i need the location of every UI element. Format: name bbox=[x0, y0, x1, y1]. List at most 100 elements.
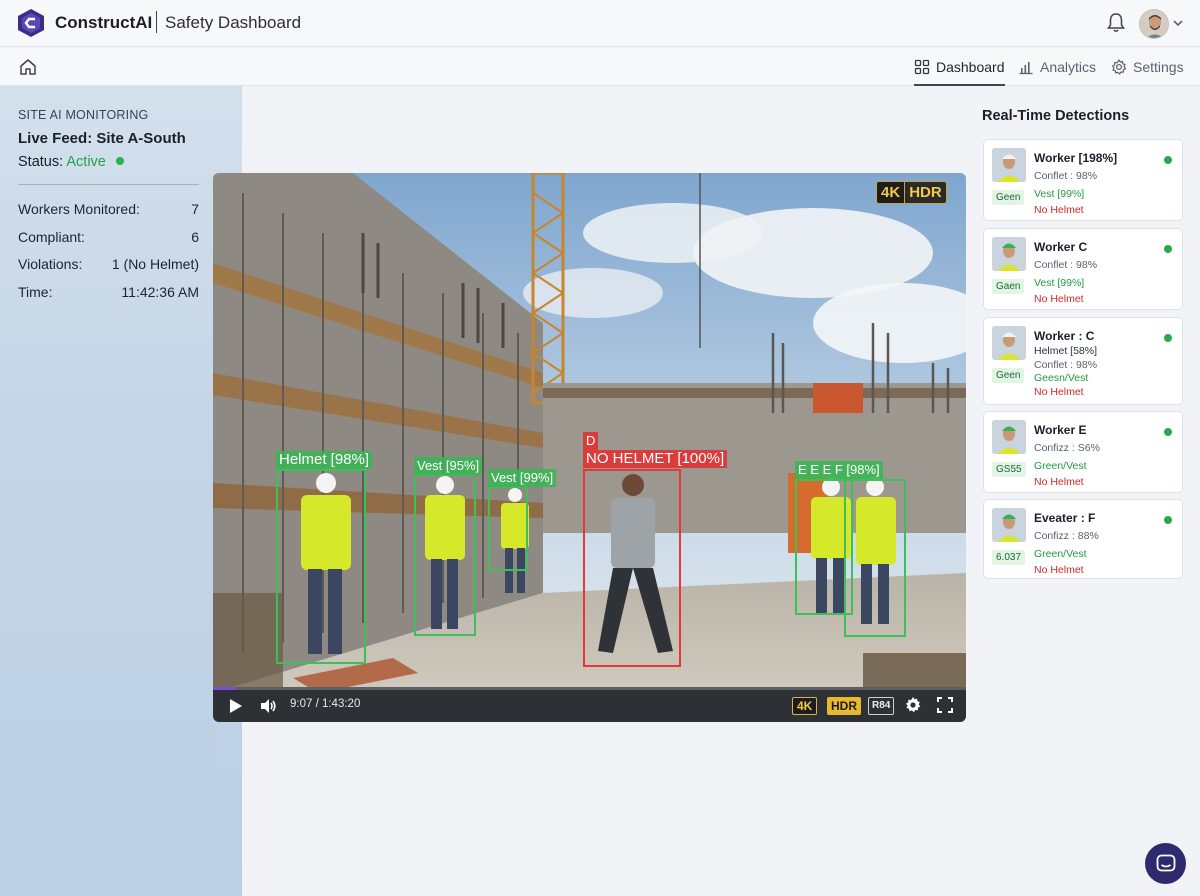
detection-label: Vest [99%] bbox=[488, 469, 557, 487]
left-panel-extension bbox=[0, 722, 213, 896]
detection-box bbox=[414, 474, 476, 636]
detection-detail: No Helmet bbox=[1034, 293, 1084, 305]
worker-thumbnail bbox=[992, 326, 1026, 360]
worker-tag: GS55 bbox=[992, 462, 1026, 477]
status-dot bbox=[1164, 245, 1172, 253]
violation-detection-box bbox=[583, 469, 681, 667]
worker-name: Worker E bbox=[1034, 423, 1087, 437]
detection-detail: No Helmet bbox=[1034, 385, 1084, 398]
stat-value: 6 bbox=[191, 229, 199, 245]
stat-value: 7 bbox=[191, 201, 199, 217]
worker-name: Eveater : F bbox=[1034, 511, 1096, 525]
detection-detail: No Helmet bbox=[1034, 564, 1084, 576]
worker-tag: Gaen bbox=[992, 279, 1025, 294]
tab-dashboard-label: Dashboard bbox=[936, 59, 1005, 75]
hdr-button[interactable]: HDR bbox=[827, 697, 861, 715]
detection-detail: Confizz : S6% bbox=[1034, 442, 1100, 454]
detection-box bbox=[276, 469, 366, 664]
chat-icon bbox=[1156, 854, 1176, 872]
stat-row-compliant: Compliant: 6 bbox=[18, 229, 199, 245]
live-feed-status: Status: Active bbox=[18, 154, 124, 170]
gear-icon bbox=[1112, 59, 1127, 75]
brand-divider bbox=[156, 11, 157, 33]
tab-dashboard[interactable]: Dashboard bbox=[914, 48, 1005, 86]
worker-portrait-icon bbox=[992, 326, 1026, 360]
video-controls: 9:07 / 1:43:20 4K HDR R84 bbox=[213, 687, 966, 722]
fullscreen-icon[interactable] bbox=[936, 696, 954, 714]
stat-row-violations: Violations: 1 (No Helmet) bbox=[18, 256, 199, 272]
detection-detail: Conflet : 98% bbox=[1034, 170, 1098, 182]
detection-card[interactable]: Geen Worker [198%] Conflet : 98% Vest [99%]… bbox=[983, 139, 1183, 221]
live-feed-title: Live Feed: Site A-South bbox=[18, 130, 186, 147]
chevron-down-icon[interactable] bbox=[1173, 19, 1183, 27]
grid-icon bbox=[914, 59, 930, 75]
detection-box bbox=[844, 479, 906, 637]
detection-detail: Green/Vest bbox=[1034, 460, 1087, 472]
worker-name: Worker [198%] bbox=[1034, 151, 1118, 165]
detection-detail: Confizz : 88% bbox=[1034, 530, 1099, 542]
chat-launcher-button[interactable] bbox=[1145, 843, 1186, 884]
quality-button[interactable]: 4K bbox=[792, 697, 818, 715]
worker-name: Worker C bbox=[1034, 240, 1088, 254]
settings-gear-icon[interactable] bbox=[904, 696, 922, 714]
page-subtitle: Safety Dashboard bbox=[165, 13, 302, 32]
avatar-portrait-icon bbox=[1140, 10, 1168, 38]
status-dot bbox=[1164, 334, 1172, 342]
status-dot bbox=[115, 157, 124, 165]
worker-tag: Geen bbox=[992, 190, 1025, 205]
detection-detail: Vest [99%] bbox=[1034, 188, 1085, 200]
home-icon[interactable] bbox=[18, 57, 38, 77]
captions-button[interactable]: R84 bbox=[868, 697, 895, 715]
status-dot bbox=[1164, 428, 1172, 436]
detection-detail: Conflet : 98% bbox=[1034, 259, 1098, 271]
resolution-badge: 4K HDR bbox=[876, 181, 947, 204]
notification-bell-icon[interactable] bbox=[1106, 12, 1126, 34]
worker-name: Worker : C bbox=[1034, 329, 1095, 343]
badge-hdr: HDR bbox=[904, 182, 946, 203]
video-player[interactable]: 4K HDR Helmet [98%] Vest [95%] Vest [99%… bbox=[213, 173, 966, 722]
detection-card[interactable]: 6.037 Eveater : F Confizz : 88% Green/Vest N… bbox=[983, 499, 1183, 579]
stat-value: 11:42:36 AM bbox=[121, 284, 199, 300]
stat-label: Workers Monitored: bbox=[18, 201, 140, 217]
detection-detail: No Helmet bbox=[1034, 204, 1084, 216]
detection-detail: Helmet [58%] bbox=[1034, 345, 1098, 357]
video-time: 9:07 / 1:43:20 bbox=[290, 698, 361, 710]
user-avatar[interactable] bbox=[1139, 9, 1169, 39]
status-dot bbox=[1164, 516, 1172, 524]
detection-detail: Geesn/Vest bbox=[1034, 372, 1089, 384]
nav-bar: Dashboard Analytics Settings bbox=[0, 48, 1200, 86]
badge-4k: 4K bbox=[877, 182, 905, 203]
status-dot bbox=[1164, 156, 1172, 164]
detection-label: E E E F [98%] bbox=[795, 461, 883, 479]
detections-panel-title: Real-Time Detections bbox=[982, 108, 1130, 124]
detection-box bbox=[488, 486, 528, 571]
violation-detection-code: D bbox=[583, 432, 599, 450]
constructai-logo-icon[interactable] bbox=[17, 8, 45, 38]
detection-card[interactable]: GS55 Worker E Confizz : S6% Green/Vest No He… bbox=[983, 411, 1183, 493]
stat-row-workers: Workers Monitored: 7 bbox=[18, 201, 199, 217]
worker-portrait-icon bbox=[992, 508, 1026, 542]
tab-analytics-label: Analytics bbox=[1040, 59, 1097, 75]
worker-portrait-icon bbox=[992, 420, 1026, 454]
bar-chart-icon bbox=[1019, 62, 1033, 75]
worker-thumbnail bbox=[992, 508, 1026, 542]
brand-name: ConstructAI bbox=[55, 13, 153, 32]
worker-tag: Geen bbox=[992, 368, 1025, 383]
volume-icon[interactable] bbox=[259, 697, 277, 715]
stat-label: Compliant: bbox=[18, 229, 85, 245]
stat-row-time: Time: 11:42:36 AM bbox=[18, 284, 199, 300]
worker-thumbnail bbox=[992, 237, 1026, 271]
status-value: Active bbox=[66, 154, 106, 170]
tab-analytics[interactable]: Analytics bbox=[1018, 48, 1096, 86]
status-label: Status: bbox=[18, 154, 64, 170]
divider bbox=[18, 184, 199, 185]
detection-detail: Green/Vest bbox=[1034, 548, 1087, 560]
detection-card[interactable]: Geen Worker : C Helmet [58%] Conflet : 98% G… bbox=[983, 317, 1183, 405]
top-bar: ConstructAI Safety Dashboard bbox=[0, 0, 1200, 47]
detection-detail: Conflet : 98% bbox=[1034, 358, 1098, 371]
tab-settings[interactable]: Settings bbox=[1111, 48, 1184, 86]
progress-bar[interactable] bbox=[213, 687, 966, 690]
detection-card[interactable]: Gaen Worker C Conflet : 98% Vest [99%] No He… bbox=[983, 228, 1183, 310]
tab-settings-label: Settings bbox=[1133, 59, 1184, 75]
play-icon[interactable] bbox=[229, 698, 243, 714]
